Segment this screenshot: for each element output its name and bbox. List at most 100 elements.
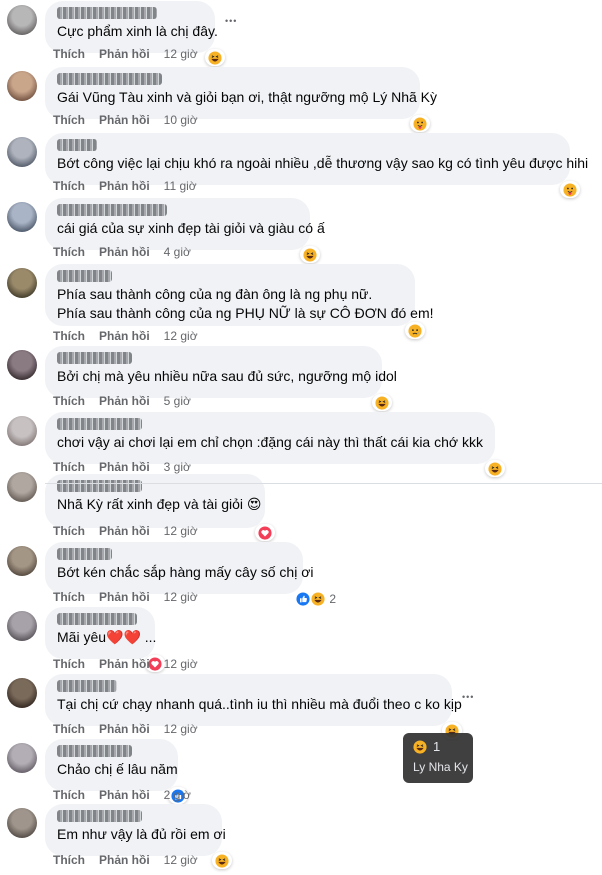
commenter-name-blurred[interactable] <box>57 548 112 560</box>
reply-button[interactable]: Phản hồi <box>99 47 150 61</box>
comment-timestamp[interactable]: 11 giờ <box>164 179 197 193</box>
comment-item: Em như vậy là đủ rồi em ơi Thích Phản hồi 1… <box>0 803 602 869</box>
comment-item: Cực phẩm xinh là chị đây. Thích Phản hồi 12… <box>0 0 602 66</box>
comment-timestamp[interactable]: 12 giờ <box>164 853 198 867</box>
comment-text-line: Phía sau thành công của ng PHỤ NỮ là sự … <box>57 305 434 321</box>
comment-item: cái giá của sự xinh đẹp tài giỏi và giàu… <box>0 197 602 263</box>
reply-button[interactable]: Phản hồi <box>99 590 150 604</box>
commenter-avatar[interactable] <box>7 416 37 446</box>
more-horizontal-icon[interactable]: ••• <box>225 16 237 26</box>
commenter-avatar[interactable] <box>7 202 37 232</box>
like-button[interactable]: Thích <box>53 179 85 193</box>
reaction-summary[interactable] <box>560 181 580 198</box>
commenter-name-blurred[interactable] <box>57 139 97 151</box>
reply-button[interactable]: Phản hồi <box>99 722 150 736</box>
comment-text-line: Em như vậy là đủ rồi em ơi <box>57 826 226 842</box>
comment-text: Tại chị cứ chạy nhanh quá..tình iu thì n… <box>57 695 462 714</box>
commenter-name-blurred[interactable] <box>57 270 112 282</box>
comment-actions: Thích Phản hồi 3 giờ <box>53 460 191 474</box>
reaction-summary[interactable]: 2 <box>293 590 339 607</box>
reply-button[interactable]: Phản hồi <box>99 394 150 408</box>
comment-timestamp[interactable]: 12 giờ <box>164 524 198 538</box>
commenter-name-blurred[interactable] <box>57 745 132 757</box>
like-button[interactable]: Thích <box>53 113 85 127</box>
commenter-name-blurred[interactable] <box>57 418 142 430</box>
reply-button[interactable]: Phản hồi <box>99 460 150 474</box>
reply-button[interactable]: Phản hồi <box>99 113 150 127</box>
commenter-name-blurred[interactable] <box>57 7 157 19</box>
comment-timestamp[interactable]: 12 giờ <box>164 590 198 604</box>
commenter-avatar[interactable] <box>7 611 37 641</box>
comment-timestamp[interactable]: 12 giờ <box>164 47 198 61</box>
reply-button[interactable]: Phản hồi <box>99 853 150 867</box>
haha-reaction-icon <box>413 739 427 754</box>
commenter-avatar[interactable] <box>7 137 37 167</box>
comment-text: Phía sau thành công của ng đàn ông là ng… <box>57 285 434 323</box>
comment-bubble: chơi vậy ai chơi lại em chỉ chọn :đặng c… <box>45 412 505 477</box>
more-horizontal-icon[interactable]: ••• <box>462 692 474 702</box>
commenter-name-blurred[interactable] <box>57 810 142 822</box>
reply-button[interactable]: Phản hồi <box>99 245 150 259</box>
like-button[interactable]: Thích <box>53 394 85 408</box>
reaction-summary[interactable] <box>410 115 430 132</box>
comment-timestamp[interactable]: 12 giờ <box>164 329 198 343</box>
comment-actions: Thích Phản hồi 4 giờ <box>53 245 191 259</box>
comment-timestamp[interactable]: 10 giờ <box>164 113 198 127</box>
like-button[interactable]: Thích <box>53 329 85 343</box>
commenter-avatar[interactable] <box>7 678 37 708</box>
commenter-avatar[interactable] <box>7 71 37 101</box>
comment-actions: Thích Phản hồi 12 giờ <box>53 47 198 61</box>
reaction-summary[interactable] <box>485 460 505 477</box>
commenter-name-blurred[interactable] <box>57 73 162 85</box>
comment-timestamp[interactable]: 12 giờ <box>164 657 198 671</box>
sad-reaction-icon <box>408 323 422 338</box>
comment-item: Gái Vũng Tàu xinh và giỏi bạn ơi, thật n… <box>0 66 602 132</box>
like-button[interactable]: Thích <box>53 590 85 604</box>
commenter-name-blurred[interactable] <box>57 613 137 625</box>
comment-actions: Thích Phản hồi 12 giờ <box>53 853 198 867</box>
like-button[interactable]: Thích <box>53 460 85 474</box>
reply-button[interactable]: Phản hồi <box>99 524 150 538</box>
commenter-avatar[interactable] <box>7 743 37 773</box>
comment-bubble: Chảo chị ế lâu năm <box>45 739 188 804</box>
comment-timestamp[interactable]: 4 giờ <box>164 245 191 259</box>
reaction-summary[interactable] <box>372 394 392 411</box>
comment-timestamp[interactable]: 3 giờ <box>164 460 191 474</box>
like-button[interactable]: Thích <box>53 47 85 61</box>
comment-actions: Thích Phản hồi 12 giờ <box>53 524 198 538</box>
reply-button[interactable]: Phản hồi <box>99 657 150 671</box>
commenter-name-blurred[interactable] <box>57 680 117 692</box>
reaction-summary[interactable] <box>300 246 320 263</box>
reply-button[interactable]: Phản hồi <box>99 788 150 802</box>
like-button[interactable]: Thích <box>53 788 85 802</box>
reaction-summary[interactable] <box>255 524 275 541</box>
comment-item: Mãi yêu❤️❤️ ... Thích Phản hồi 12 giờ <box>0 606 602 672</box>
commenter-avatar[interactable] <box>7 808 37 838</box>
commenter-avatar[interactable] <box>7 350 37 380</box>
commenter-avatar[interactable] <box>7 546 37 576</box>
like-button[interactable]: Thích <box>53 524 85 538</box>
comment-timestamp[interactable]: 12 giờ <box>164 722 198 736</box>
comment-bubble: Gái Vũng Tàu xinh và giỏi bạn ơi, thật n… <box>45 67 437 132</box>
comment-timestamp[interactable]: 2 giờ <box>164 788 191 802</box>
comment-item: Bởi chị mà yêu nhiều nữa sau đủ sức, ngư… <box>0 345 602 411</box>
reaction-summary[interactable] <box>205 49 225 66</box>
comment-text: Nhã Kỳ rất xinh đẹp và tài giỏi 😍 <box>57 495 261 514</box>
reply-button[interactable]: Phản hồi <box>99 179 150 193</box>
comment-item: Tại chị cứ chạy nhanh quá..tình iu thì n… <box>0 673 602 739</box>
comment-timestamp[interactable]: 5 giờ <box>164 394 191 408</box>
commenter-avatar[interactable] <box>7 472 37 502</box>
like-button[interactable]: Thích <box>53 245 85 259</box>
commenter-name-blurred[interactable] <box>57 204 167 216</box>
reply-button[interactable]: Phản hồi <box>99 329 150 343</box>
commenter-name-blurred[interactable] <box>57 480 142 492</box>
commenter-avatar[interactable] <box>7 5 37 35</box>
reaction-summary[interactable] <box>405 322 425 339</box>
commenter-name-blurred[interactable] <box>57 352 132 364</box>
like-button[interactable]: Thích <box>53 722 85 736</box>
reaction-summary[interactable] <box>212 852 232 869</box>
like-button[interactable]: Thích <box>53 657 85 671</box>
like-button[interactable]: Thích <box>53 853 85 867</box>
comment-actions: Thích Phản hồi 12 giờ <box>53 590 198 604</box>
commenter-avatar[interactable] <box>7 268 37 298</box>
